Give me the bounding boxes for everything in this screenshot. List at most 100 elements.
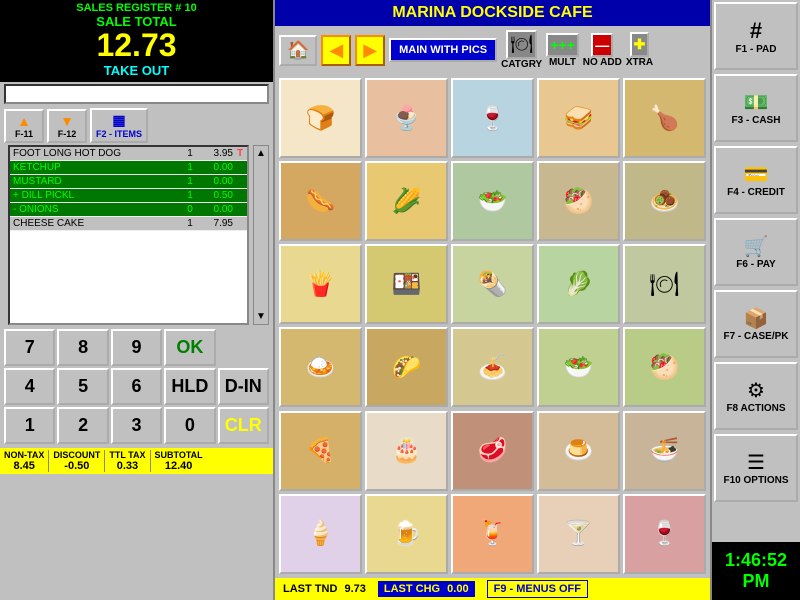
order-row[interactable]: CHEESE CAKE 1 7.95 xyxy=(10,217,247,231)
f2-items-button[interactable]: ▦ F2 - ITEMS xyxy=(90,108,148,143)
food-image: 🍛 xyxy=(281,329,360,405)
xtra-button[interactable]: ✚ xyxy=(630,32,650,57)
item-tax: T xyxy=(235,147,247,161)
food-item[interactable]: 🍨 xyxy=(365,78,448,158)
food-item[interactable]: 🍞 xyxy=(279,78,362,158)
food-item[interactable]: 🍺 xyxy=(365,494,448,574)
food-image: 🌭 xyxy=(281,163,360,239)
numpad-2-button[interactable]: 2 xyxy=(57,407,108,444)
cart-icon: 🛒 xyxy=(744,234,769,259)
food-item[interactable]: 🍷 xyxy=(451,78,534,158)
numpad-din-button[interactable]: D-IN xyxy=(218,368,269,405)
food-item[interactable]: 🍽 xyxy=(623,244,706,324)
f12-button[interactable]: ▼ F-12 xyxy=(47,109,87,143)
category-label[interactable]: MAIN WITH PICS xyxy=(389,38,497,62)
scroll-indicator[interactable]: ▲ ▼ xyxy=(253,145,269,325)
catgry-icon: 🍽 xyxy=(510,34,533,55)
numpad-7-button[interactable]: 7 xyxy=(4,329,55,366)
prev-category-button[interactable]: ◀ xyxy=(321,35,351,66)
food-image: 🍕 xyxy=(281,413,360,489)
last-tnd-value: 9.73 xyxy=(344,583,365,595)
food-item[interactable]: 🥩 xyxy=(451,411,534,491)
food-item[interactable]: 🍟 xyxy=(279,244,362,324)
toolbar: 🏠 ◀ ▶ MAIN WITH PICS 🍽 CATGRY +++ MULT — xyxy=(275,26,710,74)
search-input[interactable] xyxy=(4,84,269,104)
right-panel: # F1 - PAD 💵 F3 - CASH 💳 F4 - CREDIT 🛒 F… xyxy=(710,0,800,600)
food-item[interactable]: 🥙 xyxy=(623,327,706,407)
no-add-group: — NO ADD xyxy=(583,33,622,68)
order-row[interactable]: + DILL PICKL 1 0.50 xyxy=(10,189,247,203)
food-item[interactable]: 🌮 xyxy=(365,327,448,407)
food-item[interactable]: 🥗 xyxy=(537,327,620,407)
numpad-6-button[interactable]: 6 xyxy=(111,368,162,405)
numpad-3-button[interactable]: 3 xyxy=(111,407,162,444)
numpad-clr-button[interactable]: CLR xyxy=(218,407,269,444)
food-item[interactable]: 🍜 xyxy=(623,411,706,491)
food-item[interactable]: 🍕 xyxy=(279,411,362,491)
food-image: 🍮 xyxy=(539,413,618,489)
item-tax xyxy=(235,189,247,203)
down-arrow-icon: ▼ xyxy=(60,113,74,129)
f8-actions-button[interactable]: ⚙ F8 ACTIONS xyxy=(714,362,798,430)
last-chg-label: LAST CHG xyxy=(384,583,440,595)
numpad-9-button[interactable]: 9 xyxy=(111,329,162,366)
food-image: 🍦 xyxy=(281,496,360,572)
numpad-1-button[interactable]: 1 xyxy=(4,407,55,444)
order-row[interactable]: FOOT LONG HOT DOG 1 3.95 T xyxy=(10,147,247,161)
food-image: 🍞 xyxy=(281,80,360,156)
food-item[interactable]: 🍗 xyxy=(623,78,706,158)
f11-button[interactable]: ▲ F-11 xyxy=(4,109,44,143)
food-item[interactable]: 🍷 xyxy=(623,494,706,574)
food-item[interactable]: 🍛 xyxy=(279,327,362,407)
item-price: 3.95 xyxy=(200,147,235,161)
mult-button[interactable]: +++ xyxy=(546,33,579,57)
f7-casepk-button[interactable]: 📦 F7 - CASE/PK xyxy=(714,290,798,358)
food-item[interactable]: 🥬 xyxy=(537,244,620,324)
food-item[interactable]: 🍮 xyxy=(537,411,620,491)
numpad-4-button[interactable]: 4 xyxy=(4,368,55,405)
f6-pay-button[interactable]: 🛒 F6 - PAY xyxy=(714,218,798,286)
food-item[interactable]: 🧆 xyxy=(623,161,706,241)
food-item[interactable]: 🍹 xyxy=(451,494,534,574)
food-item[interactable]: 🥪 xyxy=(537,78,620,158)
food-item[interactable]: 🌭 xyxy=(279,161,362,241)
food-item[interactable]: 🌯 xyxy=(451,244,534,324)
home-button[interactable]: 🏠 xyxy=(279,35,317,66)
food-item[interactable]: 🍝 xyxy=(451,327,534,407)
f10-options-button[interactable]: ☰ F10 OPTIONS xyxy=(714,434,798,502)
f1-pad-button[interactable]: # F1 - PAD xyxy=(714,2,798,70)
food-item[interactable]: 🍦 xyxy=(279,494,362,574)
numpad-8-button[interactable]: 8 xyxy=(57,329,108,366)
order-type: TAKE OUT xyxy=(4,61,269,80)
numpad-5-button[interactable]: 5 xyxy=(57,368,108,405)
item-qty: 0 xyxy=(180,203,200,217)
catgry-button[interactable]: 🍽 xyxy=(506,30,537,59)
food-item[interactable]: 🎂 xyxy=(365,411,448,491)
non-tax-item: NON-TAX 8.45 xyxy=(4,450,49,472)
sale-header: SALES REGISTER # 10 SALE TOTAL 12.73 TAK… xyxy=(0,0,273,82)
food-image: 🍗 xyxy=(625,80,704,156)
food-item[interactable]: 🥙 xyxy=(537,161,620,241)
food-item[interactable]: 🍸 xyxy=(537,494,620,574)
food-item[interactable]: 🥗 xyxy=(451,161,534,241)
numpad-0-button[interactable]: 0 xyxy=(164,407,215,444)
order-row[interactable]: - ONIONS 0 0.00 xyxy=(10,203,247,217)
mult-group: +++ MULT xyxy=(546,33,579,68)
food-image: 🍷 xyxy=(625,496,704,572)
numpad-ok-button[interactable]: OK xyxy=(164,329,215,366)
numpad-hld-button[interactable]: HLD xyxy=(164,368,215,405)
menus-off-group[interactable]: F9 - MENUS OFF xyxy=(487,580,588,598)
up-arrow-icon: ▲ xyxy=(17,113,31,129)
f3-cash-button[interactable]: 💵 F3 - CASH xyxy=(714,74,798,142)
order-row[interactable]: MUSTARD 1 0.00 xyxy=(10,175,247,189)
order-table: FOOT LONG HOT DOG 1 3.95 T KETCHUP 1 0.0… xyxy=(10,147,247,231)
xtra-icon: ✚ xyxy=(634,36,646,53)
order-row[interactable]: KETCHUP 1 0.00 xyxy=(10,161,247,175)
f4-credit-button[interactable]: 💳 F4 - CREDIT xyxy=(714,146,798,214)
no-add-button[interactable]: — xyxy=(591,33,613,57)
last-chg-value: 0.00 xyxy=(447,583,468,595)
next-category-button[interactable]: ▶ xyxy=(355,35,385,66)
food-item[interactable]: 🍱 xyxy=(365,244,448,324)
food-item[interactable]: 🌽 xyxy=(365,161,448,241)
item-qty: 1 xyxy=(180,189,200,203)
